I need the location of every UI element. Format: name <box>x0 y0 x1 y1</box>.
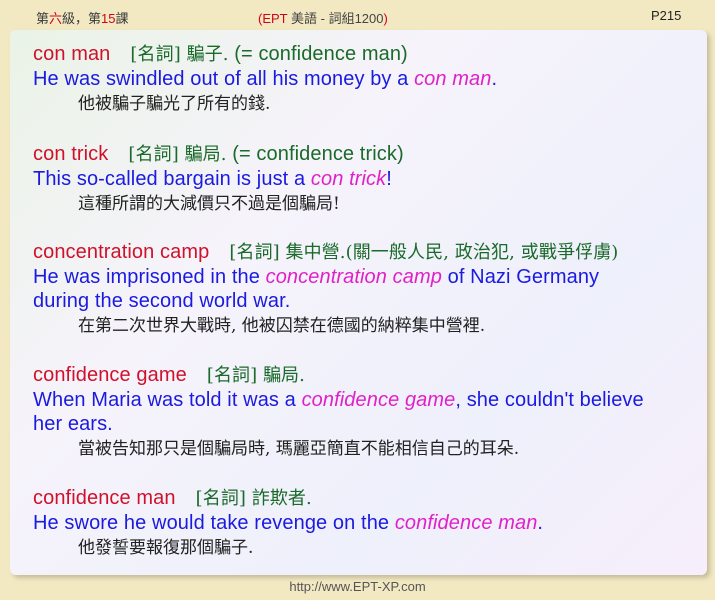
vocab-entry: confidence game [名詞] 騙局. When Maria was t… <box>33 363 644 461</box>
series-title: (EPT 美語 - 詞組1200) <box>258 8 388 27</box>
sentence-highlight: confidence man <box>394 512 538 534</box>
entry-definition: 詐欺者. <box>251 488 312 509</box>
sentence-text: of Nazi Germany <box>441 266 600 288</box>
lesson-label: 第六級，第15課 <box>36 8 129 27</box>
vocabulary-card: con man [名詞] 騙子. (= confidence man) He wa… <box>10 30 707 575</box>
lesson-mid: 級，第 <box>62 11 102 26</box>
part-of-speech: [名詞] <box>206 365 258 386</box>
part-of-speech: [名詞] <box>195 488 247 509</box>
entry-term: confidence game <box>33 364 187 386</box>
vocab-entry: con trick [名詞] 騙局. (= confidence trick) T… <box>33 142 404 216</box>
series-name: 美語 - 詞組1200 <box>287 11 384 26</box>
chinese-translation: 這種所謂的大減價只不過是個騙局! <box>78 194 340 214</box>
chinese-translation: 他被騙子騙光了所有的錢. <box>78 94 271 114</box>
sentence-highlight: con man <box>414 68 492 90</box>
sentence-highlight: con trick <box>310 168 387 190</box>
sentence-highlight: concentration camp <box>265 266 442 288</box>
sentence-text: When Maria was told it was a <box>33 389 302 411</box>
entry-note: (= confidence trick) <box>232 143 404 165</box>
sentence-text: . <box>491 68 498 90</box>
entry-term: confidence man <box>33 487 176 509</box>
sentence-text: ! <box>386 168 392 190</box>
footer-url[interactable]: http://www.EPT-XP.com <box>0 579 715 594</box>
chinese-translation: 他發誓要報復那個騙子. <box>78 538 254 558</box>
entry-headline: con man [名詞] 騙子. (= confidence man) <box>33 42 497 67</box>
entry-definition: 騙子. <box>186 44 229 65</box>
sentence-text: He swore he would take revenge on the <box>33 512 395 534</box>
page-number: P215 <box>651 8 682 23</box>
example-sentence: He was swindled out of all his money by … <box>33 67 497 91</box>
level-number: 六 <box>49 11 63 26</box>
sentence-text: He was swindled out of all his money by … <box>33 68 415 90</box>
example-sentence: He was imprisoned in the concentration c… <box>33 265 618 289</box>
entry-headline: confidence game [名詞] 騙局. <box>33 363 644 388</box>
part-of-speech: [名詞] <box>130 44 181 65</box>
paren-close: ) <box>383 11 388 26</box>
entry-term: con man <box>33 43 111 65</box>
entry-definition: 集中營.(關一般人民, 政治犯, 或戰爭俘虜) <box>285 242 619 263</box>
entry-note: (= confidence man) <box>234 43 408 65</box>
example-sentence: This so-called bargain is just a con tri… <box>33 167 404 191</box>
entry-definition: 騙局. <box>184 144 227 165</box>
example-sentence-continued: during the second world war. <box>33 290 291 312</box>
chinese-translation: 在第二次世界大戰時, 他被囚禁在德國的納粹集中營裡. <box>78 316 486 336</box>
example-sentence: He swore he would take revenge on the co… <box>33 511 543 535</box>
sentence-text: . <box>537 512 544 534</box>
entry-term: concentration camp <box>33 241 210 263</box>
example-sentence: When Maria was told it was a confidence … <box>33 388 644 412</box>
lesson-prefix: 第 <box>36 11 50 26</box>
sentence-text: , she couldn't believe <box>455 389 644 411</box>
part-of-speech: [名詞] <box>128 144 179 165</box>
lesson-number: 15 <box>101 11 116 26</box>
entry-headline: concentration camp [名詞] 集中營.(關一般人民, 政治犯, … <box>33 240 618 265</box>
vocab-entry: con man [名詞] 騙子. (= confidence man) He wa… <box>33 42 497 116</box>
entry-definition: 騙局. <box>262 365 305 386</box>
sentence-text: He was imprisoned in the <box>33 266 266 288</box>
example-sentence-continued: her ears. <box>33 413 113 435</box>
entry-headline: confidence man [名詞] 詐欺者. <box>33 486 543 511</box>
entry-headline: con trick [名詞] 騙局. (= confidence trick) <box>33 142 404 167</box>
vocab-entry: confidence man [名詞] 詐欺者. He swore he woul… <box>33 486 543 560</box>
page-header: 第六級，第15課 (EPT 美語 - 詞組1200) P215 <box>0 0 715 30</box>
sentence-highlight: confidence game <box>301 389 456 411</box>
entry-term: con trick <box>33 143 109 165</box>
lesson-suffix: 課 <box>115 11 129 26</box>
part-of-speech: [名詞] <box>229 242 280 263</box>
brand-name: EPT <box>262 11 288 26</box>
sentence-text: This so-called bargain is just a <box>33 168 311 190</box>
chinese-translation: 當被告知那只是個騙局時, 瑪麗亞簡直不能相信自己的耳朵. <box>78 439 520 459</box>
vocab-entry: concentration camp [名詞] 集中營.(關一般人民, 政治犯, … <box>33 240 618 338</box>
